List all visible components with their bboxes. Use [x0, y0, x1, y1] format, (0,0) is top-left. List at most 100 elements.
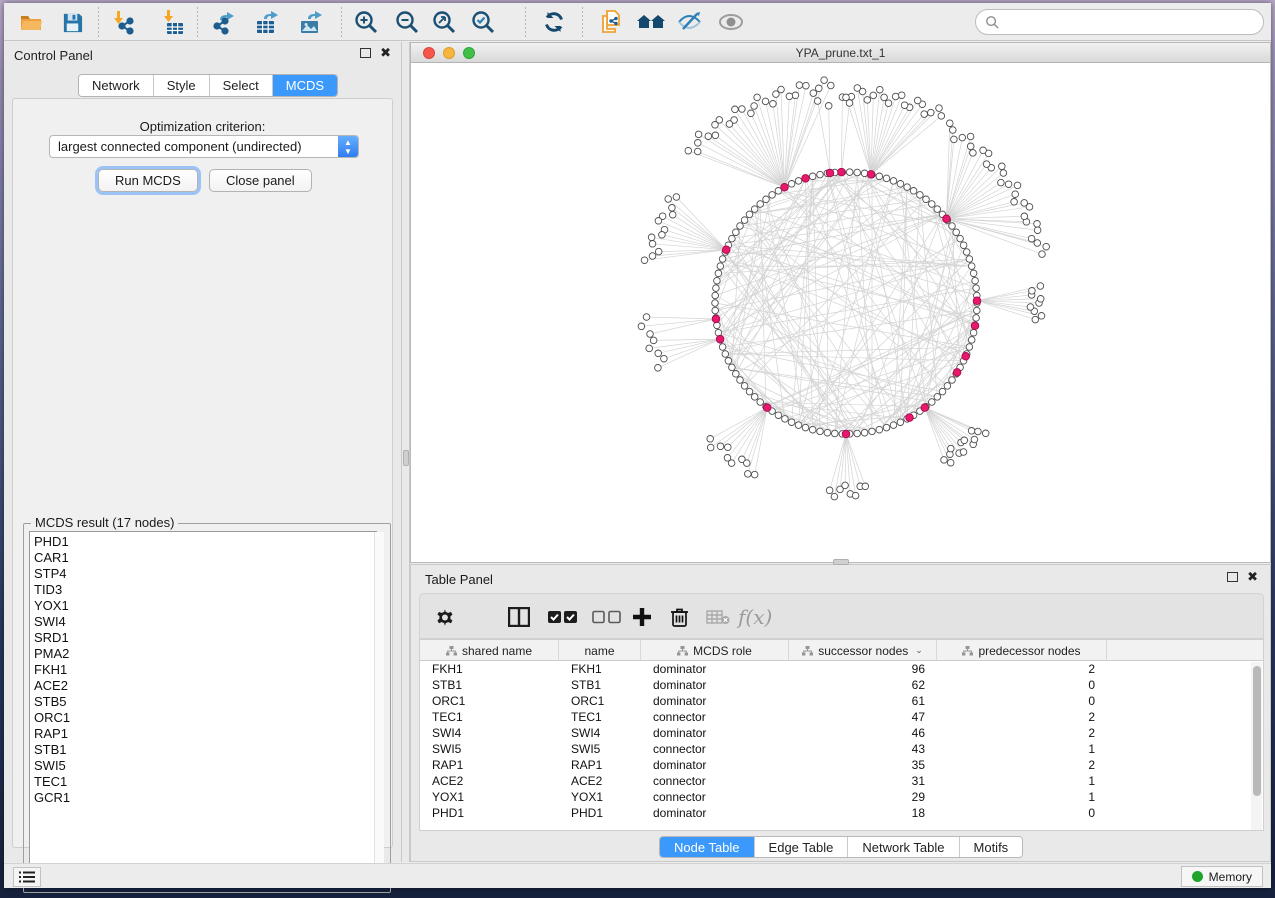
- mcds-result-item[interactable]: SRD1: [34, 630, 376, 646]
- splitter-handle[interactable]: [403, 450, 409, 466]
- cell-successor-nodes: 46: [789, 725, 925, 741]
- open-file-icon[interactable]: [14, 6, 48, 38]
- cell-name: STB1: [571, 677, 601, 693]
- network-canvas[interactable]: [411, 63, 1270, 562]
- mcds-result-list[interactable]: PHD1CAR1STP4TID3YOX1SWI4SRD1PMA2FKH1ACE2…: [29, 531, 377, 885]
- zoom-fit-icon[interactable]: [427, 6, 461, 38]
- memory-button[interactable]: Memory: [1181, 866, 1263, 887]
- run-mcds-button[interactable]: Run MCDS: [98, 169, 198, 192]
- mcds-result-item[interactable]: TEC1: [34, 774, 376, 790]
- cell-predecessor-nodes: 1: [937, 773, 1095, 789]
- mcds-result-item[interactable]: TID3: [34, 582, 376, 598]
- table-row[interactable]: FKH1FKH1dominator962: [420, 661, 1263, 677]
- import-table-icon[interactable]: [155, 6, 189, 38]
- tab-select[interactable]: Select: [210, 75, 273, 96]
- column-header-name[interactable]: name: [559, 640, 641, 661]
- close-panel-icon[interactable]: ✖: [380, 48, 391, 58]
- mcds-result-item[interactable]: PMA2: [34, 646, 376, 662]
- control-panel-tabs: NetworkStyleSelectMCDS: [78, 74, 338, 97]
- delete-table-icon[interactable]: [706, 603, 730, 631]
- cell-predecessor-nodes: 1: [937, 789, 1095, 805]
- mcds-result-item[interactable]: ORC1: [34, 710, 376, 726]
- mcds-result-item[interactable]: SWI4: [34, 614, 376, 630]
- tab-edge-table[interactable]: Edge Table: [755, 837, 849, 857]
- optimization-criterion-select[interactable]: largest connected component (undirected)…: [49, 135, 359, 158]
- horizontal-splitter-handle[interactable]: [833, 559, 849, 565]
- vertical-splitter[interactable]: [401, 42, 410, 862]
- deselect-all-icon[interactable]: [592, 603, 622, 631]
- mcds-result-item[interactable]: SWI5: [34, 758, 376, 774]
- table-scrollbar-thumb[interactable]: [1253, 666, 1261, 796]
- refresh-layout-icon[interactable]: [537, 6, 571, 38]
- hide-selected-icon[interactable]: [674, 6, 708, 38]
- cell-successor-nodes: 18: [789, 805, 925, 821]
- column-header-MCDS-role[interactable]: MCDS role: [641, 640, 789, 661]
- delete-column-icon[interactable]: [670, 603, 689, 631]
- show-all-icon[interactable]: [714, 6, 748, 38]
- mcds-result-item[interactable]: PHD1: [34, 534, 376, 550]
- mcds-result-item[interactable]: FKH1: [34, 662, 376, 678]
- table-row[interactable]: RAP1RAP1dominator352: [420, 757, 1263, 773]
- search-input[interactable]: [975, 9, 1264, 35]
- cell-name: FKH1: [571, 661, 602, 677]
- table-row[interactable]: PHD1PHD1dominator180: [420, 805, 1263, 821]
- add-column-icon[interactable]: [632, 603, 652, 631]
- task-history-button[interactable]: [13, 867, 41, 887]
- float-table-panel-icon[interactable]: [1227, 572, 1238, 582]
- save-session-icon[interactable]: [55, 6, 89, 38]
- tree-icon: [446, 646, 457, 656]
- mcds-result-item[interactable]: STB1: [34, 742, 376, 758]
- cell-MCDS-role: dominator: [653, 677, 706, 693]
- column-header-successor-nodes[interactable]: successor nodes⌄: [789, 640, 937, 661]
- table-row[interactable]: SWI4SWI4dominator462: [420, 725, 1263, 741]
- zoom-in-icon[interactable]: [349, 6, 383, 38]
- column-header-predecessor-nodes[interactable]: predecessor nodes: [937, 640, 1107, 661]
- cell-shared-name: ACE2: [432, 773, 463, 789]
- table-row[interactable]: TEC1TEC1connector472: [420, 709, 1263, 725]
- cell-MCDS-role: dominator: [653, 661, 706, 677]
- close-table-panel-icon[interactable]: ✖: [1247, 572, 1258, 582]
- first-neighbors-icon[interactable]: [634, 6, 668, 38]
- table-toolbar: f(x): [419, 593, 1264, 639]
- zoom-selected-icon[interactable]: [466, 6, 500, 38]
- table-scrollbar[interactable]: [1251, 662, 1262, 830]
- mcds-result-item[interactable]: YOX1: [34, 598, 376, 614]
- export-image-icon[interactable]: [294, 6, 328, 38]
- tab-motifs[interactable]: Motifs: [960, 837, 1023, 857]
- zoom-out-icon[interactable]: [390, 6, 424, 38]
- desktop-wallpaper: Control Panel ✖ NetworkStyleSelectMCDS O…: [0, 0, 1275, 898]
- network-view-titlebar[interactable]: YPA_prune.txt_1: [411, 43, 1270, 63]
- network-graph: [411, 63, 1270, 562]
- cell-MCDS-role: dominator: [653, 757, 706, 773]
- mcds-result-item[interactable]: STP4: [34, 566, 376, 582]
- export-table-icon[interactable]: [250, 6, 284, 38]
- mcds-result-item[interactable]: GCR1: [34, 790, 376, 806]
- table-row[interactable]: YOX1YOX1connector291: [420, 789, 1263, 805]
- table-row[interactable]: ORC1ORC1dominator610: [420, 693, 1263, 709]
- table-row[interactable]: ACE2ACE2connector311: [420, 773, 1263, 789]
- table-row[interactable]: STB1STB1dominator620: [420, 677, 1263, 693]
- tab-mcds[interactable]: MCDS: [273, 75, 337, 96]
- tree-icon: [802, 646, 813, 656]
- mcds-result-item[interactable]: CAR1: [34, 550, 376, 566]
- float-panel-icon[interactable]: [360, 48, 371, 58]
- mcds-result-item[interactable]: RAP1: [34, 726, 376, 742]
- mcds-result-item[interactable]: STB5: [34, 694, 376, 710]
- tab-network[interactable]: Network: [79, 75, 154, 96]
- column-header-shared-name[interactable]: shared name: [420, 640, 559, 661]
- mcds-list-scrollbar[interactable]: [374, 532, 384, 884]
- duplicate-network-icon[interactable]: [594, 6, 628, 38]
- mcds-result-item[interactable]: ACE2: [34, 678, 376, 694]
- table-row[interactable]: SWI5SWI5connector431: [420, 741, 1263, 757]
- select-all-icon[interactable]: [548, 603, 578, 631]
- export-network-icon[interactable]: [207, 6, 241, 38]
- tab-style[interactable]: Style: [154, 75, 210, 96]
- close-panel-button[interactable]: Close panel: [209, 169, 312, 192]
- split-columns-icon[interactable]: [508, 603, 530, 631]
- cell-successor-nodes: 62: [789, 677, 925, 693]
- tab-network-table[interactable]: Network Table: [848, 837, 959, 857]
- settings-gear-icon[interactable]: [434, 603, 455, 631]
- cell-name: PHD1: [571, 805, 603, 821]
- tab-node-table[interactable]: Node Table: [660, 837, 755, 857]
- import-network-icon[interactable]: [105, 6, 139, 38]
